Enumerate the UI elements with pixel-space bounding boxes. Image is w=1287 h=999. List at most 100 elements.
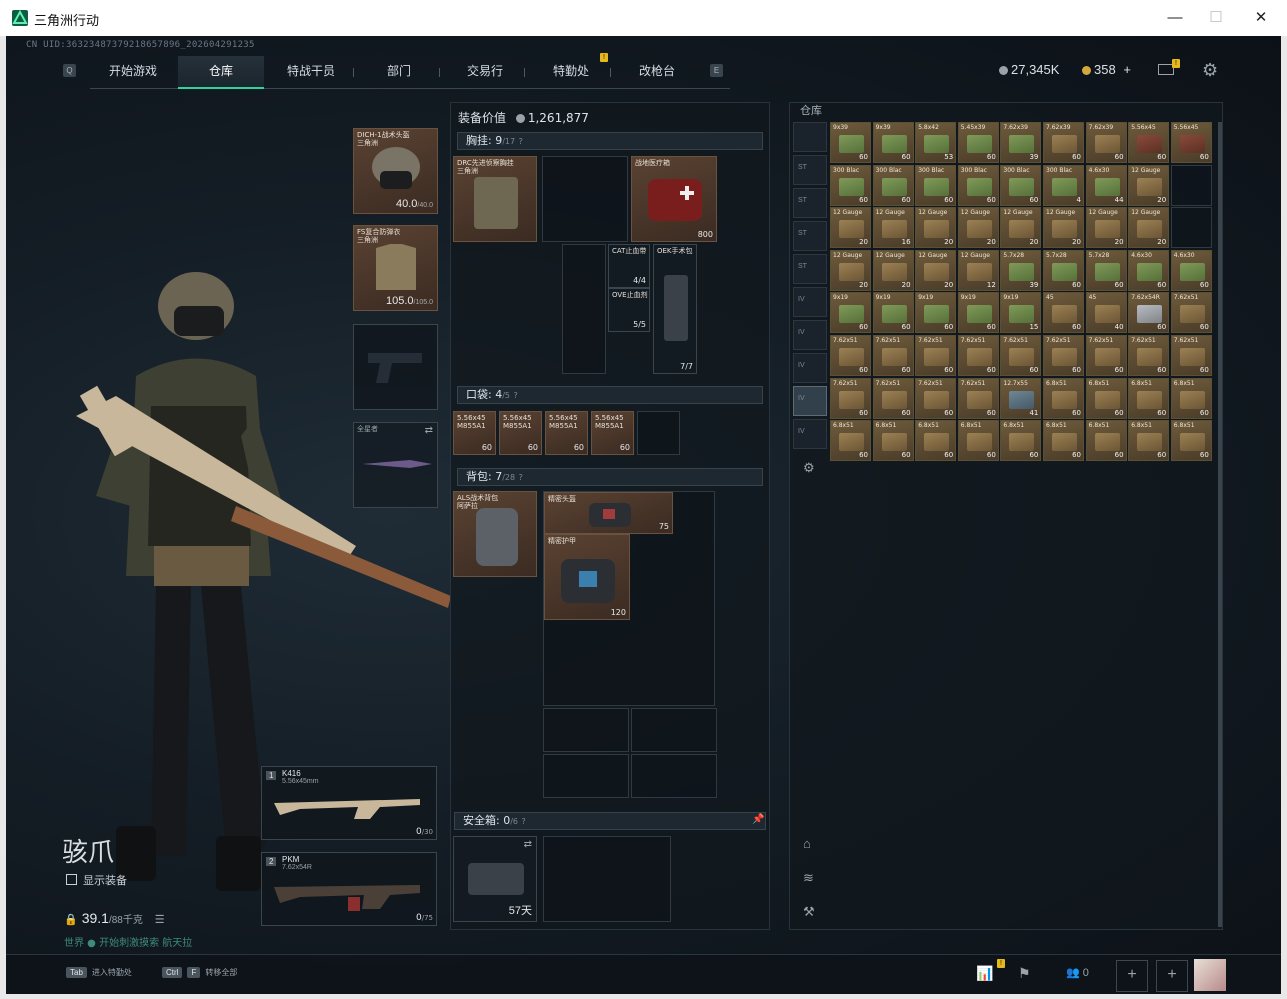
medkit-slot[interactable]: 战地医疗箱 800: [631, 156, 717, 242]
warehouse-item[interactable]: 5.45x39 60: [957, 122, 999, 163]
safebox-slot[interactable]: ⇄ 57天: [453, 836, 537, 922]
warehouse-item[interactable]: 7.62x39 39: [1000, 122, 1042, 163]
warehouse-item[interactable]: 12 Gauge 20: [915, 207, 957, 249]
warehouse-side-tab[interactable]: ST: [793, 254, 827, 284]
warehouse-item[interactable]: 9x19 60: [915, 292, 957, 334]
warehouse-side-tab[interactable]: [793, 122, 827, 152]
maximize-button[interactable]: ☐: [1204, 8, 1228, 28]
warehouse-item[interactable]: 12 Gauge 20: [830, 249, 871, 291]
warehouse-side-tab[interactable]: IV: [793, 386, 827, 416]
warehouse-item[interactable]: 9x19 60: [872, 292, 914, 334]
warehouse-item[interactable]: 6.8x51 60: [1000, 420, 1042, 462]
tab-operators[interactable]: 特战干员: [268, 56, 354, 87]
warehouse-item[interactable]: 6.8x51 60: [1043, 420, 1084, 462]
pocket-item[interactable]: 5.56x45 M855A1 60: [453, 411, 496, 455]
safebox-grid[interactable]: [543, 836, 671, 922]
pocket-empty-cell[interactable]: [637, 411, 680, 455]
tab-gunsmith[interactable]: 改枪台: [614, 56, 700, 87]
warehouse-side-tab[interactable]: ST: [793, 155, 827, 185]
warehouse-item[interactable]: 9x19 60: [957, 292, 999, 334]
backpack-slot[interactable]: ALS战术背包 阿萨拉: [453, 491, 537, 577]
warehouse-item[interactable]: 7.62x51 60: [915, 335, 957, 376]
tab-department[interactable]: 部门: [356, 56, 442, 87]
warehouse-side-tab[interactable]: IV: [793, 320, 827, 350]
warehouse-item[interactable]: 45 60: [1043, 292, 1084, 334]
secondary-weapon-slot[interactable]: 2 PKM 7.62x54R 0/75: [261, 852, 437, 926]
warehouse-item[interactable]: 6.8x51 60: [1170, 420, 1212, 462]
warehouse-item[interactable]: 12.7x55 41: [1000, 377, 1042, 419]
warehouse-item[interactable]: 12 Gauge 20: [1128, 164, 1170, 206]
warehouse-grid[interactable]: 9x39 60 9x39 60 5.8x42 53 5.45x39 60 7.62x39 39 7.…: [830, 122, 1214, 464]
warehouse-item[interactable]: 45 40: [1085, 292, 1127, 334]
tab-start-game[interactable]: 开始游戏: [90, 56, 176, 87]
list-icon[interactable]: ☰: [155, 914, 165, 926]
warehouse-item[interactable]: 7.62x39 60: [1085, 122, 1127, 163]
warehouse-side-tab[interactable]: IV: [793, 419, 827, 449]
warehouse-item[interactable]: 6.8x51 60: [872, 420, 914, 462]
warehouse-item[interactable]: 6.8x51 60: [1128, 377, 1170, 419]
warehouse-item[interactable]: 7.62x51 60: [1085, 335, 1127, 376]
warehouse-settings-icon[interactable]: ⚙: [803, 460, 815, 476]
warehouse-item[interactable]: 12 Gauge 20: [830, 207, 871, 249]
backpack-grid[interactable]: [631, 708, 717, 752]
nav-key-e[interactable]: E: [710, 64, 723, 77]
warehouse-item[interactable]: 7.62x51 60: [1128, 335, 1170, 376]
warehouse-item[interactable]: 7.62x51 60: [957, 377, 999, 419]
warehouse-item[interactable]: 12 Gauge 20: [1043, 207, 1084, 249]
warehouse-item[interactable]: 7.62x51 60: [1043, 335, 1084, 376]
warehouse-item[interactable]: 12 Gauge 20: [1128, 207, 1170, 249]
armor-slot[interactable]: FS复合防弹衣 三角洲 105.0/105.0: [353, 225, 438, 311]
ctrl-f-hint[interactable]: Ctrl F 转移全部: [162, 967, 237, 978]
backpack-grid[interactable]: [543, 754, 629, 798]
warehouse-tools-icon[interactable]: ⚒: [803, 904, 815, 920]
warehouse-item[interactable]: 6.8x51 60: [1043, 377, 1084, 419]
melee-slot[interactable]: 全星者 ⇄: [353, 422, 438, 508]
warehouse-sort-icon[interactable]: ⌂: [803, 836, 811, 851]
pocket-item[interactable]: 5.56x45 M855A1 60: [545, 411, 588, 455]
warehouse-item[interactable]: 5.7x28 60: [1043, 249, 1084, 291]
warehouse-item[interactable]: 7.62x39 60: [1043, 122, 1084, 163]
warehouse-item[interactable]: 7.62x51 60: [872, 335, 914, 376]
rig-grid-cell[interactable]: [542, 156, 628, 242]
warehouse-item[interactable]: 6.8x51 60: [1085, 377, 1127, 419]
checkbox[interactable]: [66, 874, 77, 885]
silver-currency[interactable]: 27,345K: [999, 62, 1059, 77]
warehouse-side-tab[interactable]: ST: [793, 221, 827, 251]
warehouse-item[interactable]: [1170, 207, 1212, 249]
armor-bag-slot[interactable]: 精密护甲 120: [544, 534, 630, 620]
gold-add-button[interactable]: +: [1123, 62, 1131, 77]
settings-gear-icon[interactable]: ⚙: [1202, 60, 1218, 81]
warehouse-item[interactable]: 7.62x54R 60: [1128, 292, 1170, 334]
warehouse-item[interactable]: 6.8x51 60: [830, 420, 871, 462]
ove-slot[interactable]: OVE止血剂 5/5: [608, 288, 650, 332]
warehouse-item[interactable]: [1170, 164, 1212, 206]
warehouse-item[interactable]: 4.6x30 60: [1170, 249, 1212, 291]
warehouse-item[interactable]: 5.56x45 60: [1128, 122, 1170, 163]
close-button[interactable]: ✕: [1249, 8, 1273, 28]
warehouse-item[interactable]: 12 Gauge 20: [872, 249, 914, 291]
helmet-slot[interactable]: DICH-1战术头盔 三角洲 40.0/40.0: [353, 128, 438, 214]
warehouse-item[interactable]: 7.62x51 60: [1170, 335, 1212, 376]
warehouse-item[interactable]: 12 Gauge 20: [1000, 207, 1042, 249]
flag-icon[interactable]: ⚑: [1018, 965, 1031, 982]
warehouse-item[interactable]: 5.7x28 60: [1085, 249, 1127, 291]
warehouse-item[interactable]: 12 Gauge 20: [1085, 207, 1127, 249]
warehouse-item[interactable]: 300 Blac 60: [872, 164, 914, 206]
warehouse-item[interactable]: 9x19 15: [1000, 292, 1042, 334]
gold-currency[interactable]: 358 +: [1082, 62, 1131, 77]
warehouse-item[interactable]: 300 Blac 60: [915, 164, 957, 206]
avatar[interactable]: [1194, 959, 1226, 991]
show-equipment-toggle[interactable]: 显示装备: [66, 872, 127, 888]
backpack-grid[interactable]: [543, 708, 629, 752]
warehouse-item[interactable]: 300 Blac 60: [830, 164, 871, 206]
warehouse-item[interactable]: 5.56x45 60: [1170, 122, 1212, 163]
primary-weapon-slot[interactable]: 1 K416 5.56x45mm 0/30: [261, 766, 437, 840]
warehouse-item[interactable]: 7.62x51 60: [830, 335, 871, 376]
warehouse-item[interactable]: 7.62x51 60: [957, 335, 999, 376]
chat-line[interactable]: 世界 ● 开始刺激摸索 航天拉: [64, 934, 192, 949]
warehouse-item[interactable]: 7.62x51 60: [915, 377, 957, 419]
warehouse-item[interactable]: 6.8x51 60: [1085, 420, 1127, 462]
oek-slot[interactable]: OEK手术包 7/7: [653, 244, 697, 374]
swap-icon[interactable]: ⇄: [425, 425, 433, 436]
warehouse-item[interactable]: 300 Blac 60: [1000, 164, 1042, 206]
